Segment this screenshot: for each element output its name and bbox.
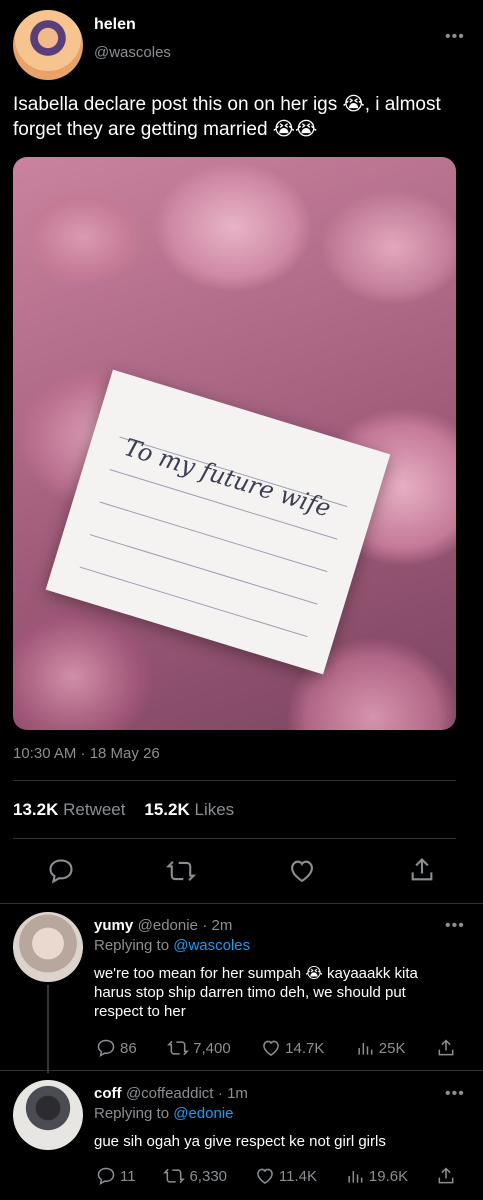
- heart-icon: [257, 1168, 273, 1184]
- reply-avatar[interactable]: [13, 1080, 83, 1150]
- reply-icon: [97, 1167, 115, 1185]
- reply-author-handle[interactable]: @edonie: [138, 917, 198, 934]
- like-button[interactable]: 14.7K: [261, 1038, 324, 1058]
- views-button[interactable]: 19.6K: [345, 1166, 408, 1186]
- reply-button[interactable]: 11: [96, 1166, 136, 1186]
- reply-author-name[interactable]: coff: [94, 1085, 122, 1102]
- views-icon: [348, 1171, 363, 1183]
- divider: [13, 780, 456, 781]
- share-button[interactable]: [436, 1038, 456, 1058]
- reply-header: yumy @edonie · 2m: [94, 917, 232, 935]
- retweet-icon[interactable]: [166, 857, 196, 885]
- reply-icon: [97, 1039, 115, 1057]
- tweet-timestamp[interactable]: 10:30 AM · 18 May 26: [13, 745, 160, 762]
- retweet-icon: [163, 1168, 186, 1184]
- reply-avatar[interactable]: [13, 912, 83, 982]
- reply-author-name[interactable]: yumy: [94, 917, 133, 934]
- retweet-button[interactable]: 7,400: [167, 1038, 231, 1058]
- share-button[interactable]: [436, 1166, 456, 1186]
- replying-to-link[interactable]: @wascoles: [173, 937, 250, 954]
- share-icon: [438, 1167, 454, 1184]
- reply-actions: 11 6,330 11.4K 19.6K: [96, 1166, 456, 1186]
- retweet-button[interactable]: 6,330: [163, 1166, 227, 1186]
- reply-actions: 86 7,400 14.7K 25K: [96, 1038, 456, 1058]
- reply-text: we're too mean for her sumpah 😭 kayaaakk…: [94, 965, 418, 1020]
- replying-to: Replying to @wascoles: [94, 937, 251, 954]
- likes-stat[interactable]: 15.2K Likes: [144, 800, 234, 819]
- author-handle[interactable]: @wascoles: [94, 44, 171, 61]
- views-icon: [358, 1043, 373, 1055]
- note-card-text: To my future wife: [120, 433, 334, 523]
- retweet-stat[interactable]: 13.2K Retweet: [13, 800, 125, 819]
- like-button[interactable]: 11.4K: [255, 1166, 317, 1186]
- reply-button[interactable]: 86: [96, 1038, 137, 1058]
- avatar[interactable]: [13, 10, 83, 80]
- reply-text: gue sih ogah ya give respect ke not girl…: [94, 1133, 386, 1150]
- replying-to: Replying to @edonie: [94, 1105, 234, 1122]
- share-icon[interactable]: [408, 856, 436, 884]
- reply-author-handle[interactable]: @coffeaddict: [126, 1085, 214, 1102]
- divider: [0, 903, 483, 904]
- more-icon[interactable]: •••: [445, 1085, 465, 1103]
- thread-line: [47, 985, 49, 1073]
- finger: [13, 725, 161, 730]
- tweet-stats: 13.2K Retweet 15.2K Likes: [13, 800, 234, 820]
- reply-header: coff @coffeaddict · 1m: [94, 1085, 248, 1103]
- tweet-text: Isabella declare post this on on her igs…: [13, 94, 441, 140]
- note-card: To my future wife: [45, 369, 391, 675]
- tweet-photo[interactable]: To my future wife: [13, 157, 456, 730]
- heart-icon: [263, 1040, 279, 1056]
- heart-icon[interactable]: [288, 857, 316, 885]
- more-icon[interactable]: •••: [445, 28, 465, 46]
- replying-to-link[interactable]: @edonie: [173, 1105, 233, 1122]
- share-icon: [438, 1039, 454, 1056]
- author-name[interactable]: helen: [94, 16, 136, 34]
- more-icon[interactable]: •••: [445, 917, 465, 935]
- divider: [0, 1070, 483, 1071]
- reply-time[interactable]: · 2m: [202, 917, 232, 934]
- divider: [13, 838, 456, 839]
- reply-time[interactable]: · 1m: [218, 1085, 248, 1102]
- retweet-icon: [167, 1040, 190, 1056]
- views-button[interactable]: 25K: [355, 1038, 406, 1058]
- reply-icon[interactable]: [47, 857, 75, 885]
